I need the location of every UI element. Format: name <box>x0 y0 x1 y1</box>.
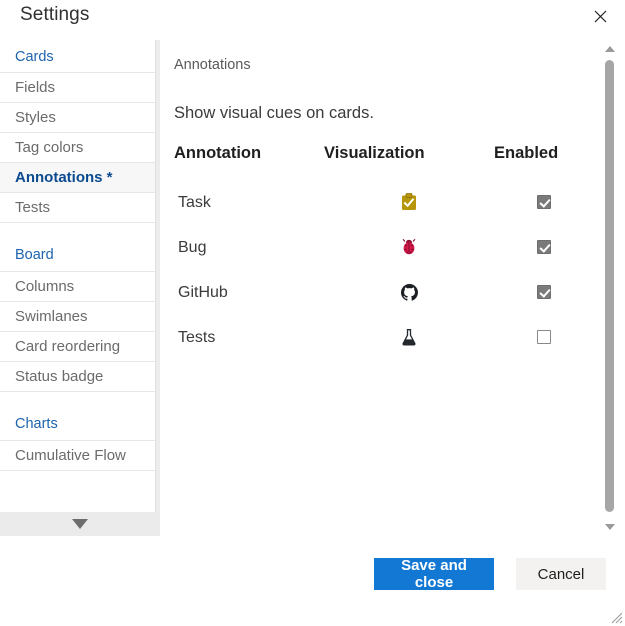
annotations-table-head: Annotation Visualization Enabled <box>174 140 594 180</box>
settings-sidebar[interactable]: Cards Fields Styles Tag colors Annotatio… <box>0 40 160 536</box>
annotation-visualization-task <box>324 180 494 225</box>
cancel-button[interactable]: Cancel <box>516 558 606 590</box>
annotation-enabled-github <box>494 270 594 315</box>
save-and-close-button[interactable]: Save and close <box>374 557 494 591</box>
chevron-down-icon <box>72 519 88 529</box>
annotation-visualization-tests <box>324 315 494 360</box>
annotations-table-body: Task Bug GitHub Tests <box>174 180 594 360</box>
github-icon <box>400 283 418 301</box>
ladybug-icon <box>401 238 417 256</box>
sidebar-item-columns[interactable]: Columns <box>0 271 155 302</box>
dialog-footer: Save and close Cancel <box>0 538 625 626</box>
panel-description: Show visual cues on cards. <box>174 104 374 122</box>
sidebar-item-status-badge[interactable]: Status badge <box>0 361 155 392</box>
breadcrumb: Annotations <box>174 57 251 73</box>
sidebar-item-card-reordering[interactable]: Card reordering <box>0 331 155 362</box>
sidebar-item-swimlanes[interactable]: Swimlanes <box>0 301 155 332</box>
triangle-down-icon <box>604 524 615 530</box>
clipboard-check-icon <box>401 193 417 211</box>
annotation-name-task: Task <box>178 193 211 211</box>
sidebar-nav-list: Cards Fields Styles Tag colors Annotatio… <box>0 40 160 471</box>
checkbox-tests-enabled[interactable] <box>537 330 551 345</box>
table-row: GitHub <box>174 270 594 315</box>
checkbox-task-enabled[interactable] <box>537 195 551 210</box>
annotation-visualization-github <box>324 270 494 315</box>
scroll-up-arrow-icon[interactable] <box>602 42 617 56</box>
sidebar-group-spacer <box>0 223 155 237</box>
close-icon[interactable] <box>585 2 615 30</box>
table-row: Task <box>174 180 594 225</box>
sidebar-group-cards: Cards <box>0 40 155 73</box>
settings-content-panel: Annotations Show visual cues on cards. A… <box>160 40 608 536</box>
window-title: Settings <box>20 4 90 25</box>
sidebar-group-spacer-2 <box>0 392 155 406</box>
checkbox-bug-enabled[interactable] <box>537 240 551 255</box>
triangle-up-icon <box>604 46 615 52</box>
annotation-enabled-task <box>494 180 594 225</box>
sidebar-group-board: Board <box>0 237 155 272</box>
annotation-visualization-bug <box>324 225 494 270</box>
annotation-name-bug: Bug <box>178 238 207 256</box>
annotations-table: Annotation Visualization Enabled Task Bu… <box>174 140 594 360</box>
annotation-enabled-tests <box>494 315 594 360</box>
settings-dialog: Settings Cards Fields Styles Tag colors … <box>0 0 625 626</box>
column-header-enabled: Enabled <box>494 143 559 162</box>
table-header-row: Annotation Visualization Enabled <box>174 140 594 180</box>
sidebar-group-charts: Charts <box>0 406 155 441</box>
content-vertical-scrollbar[interactable] <box>602 42 617 534</box>
sidebar-divider <box>155 40 156 536</box>
flask-icon <box>401 328 417 346</box>
table-row: Bug <box>174 225 594 270</box>
annotation-enabled-bug <box>494 225 594 270</box>
title-bar: Settings <box>0 0 625 38</box>
sidebar-item-annotations[interactable]: Annotations * <box>0 162 159 195</box>
sidebar-item-tag-colors[interactable]: Tag colors <box>0 132 155 163</box>
sidebar-item-fields[interactable]: Fields <box>0 72 155 103</box>
sidebar-item-tests[interactable]: Tests <box>0 192 155 223</box>
annotation-name-tests: Tests <box>178 328 216 346</box>
resize-grip-icon[interactable] <box>609 610 623 624</box>
column-header-visualization: Visualization <box>324 143 425 162</box>
column-header-annotation: Annotation <box>174 143 262 162</box>
sidebar-item-styles[interactable]: Styles <box>0 102 155 133</box>
scrollbar-thumb[interactable] <box>605 60 614 512</box>
sidebar-item-cumulative-flow[interactable]: Cumulative Flow <box>0 440 155 471</box>
annotation-name-github: GitHub <box>178 283 228 301</box>
sidebar-scroll-down-button[interactable] <box>0 512 160 536</box>
checkbox-github-enabled[interactable] <box>537 285 551 300</box>
scroll-down-arrow-icon[interactable] <box>602 520 617 534</box>
table-row: Tests <box>174 315 594 360</box>
